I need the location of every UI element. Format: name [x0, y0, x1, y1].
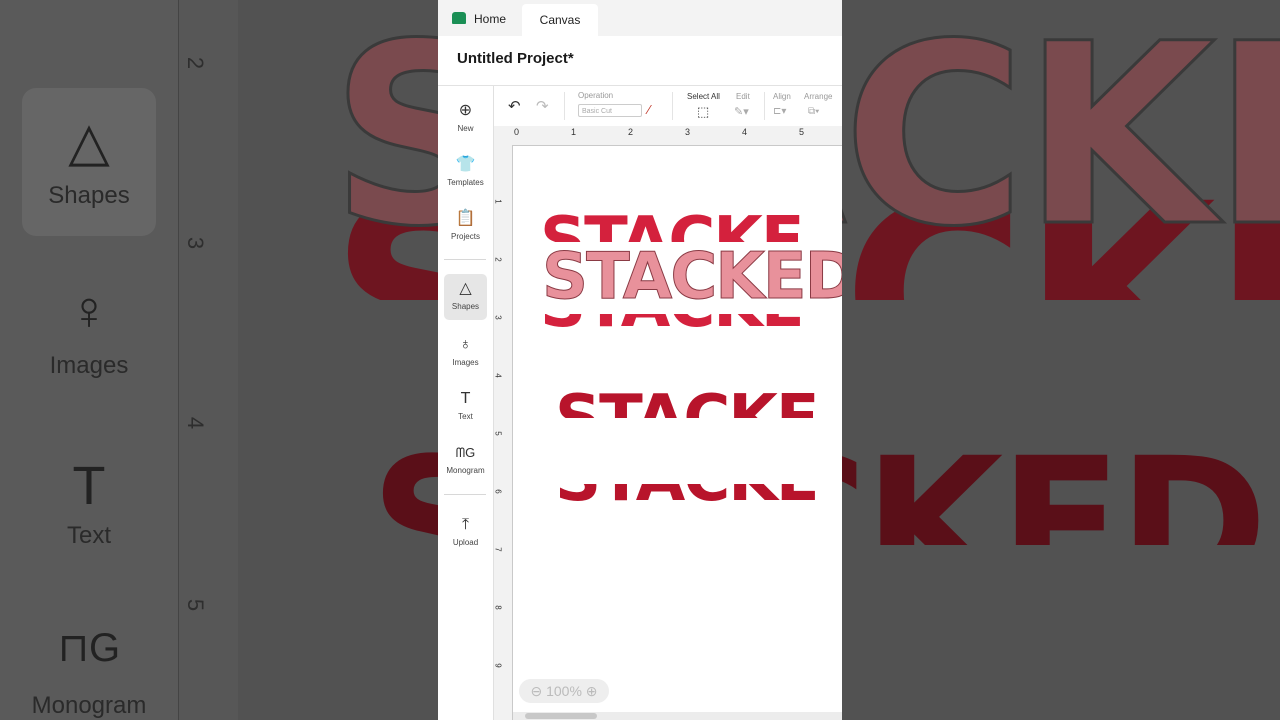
tab-home-label: Home: [474, 12, 507, 26]
tab-home[interactable]: Home: [452, 0, 506, 36]
sidebar-item-templates[interactable]: 👕 Templates: [444, 150, 487, 196]
align-button[interactable]: ⊏▾: [773, 106, 786, 117]
ruler-label: 1: [571, 127, 577, 137]
stacked-top-slice[interactable]: STACKED: [540, 212, 802, 242]
zoom-level: 100%: [546, 683, 582, 699]
sidebar-item-new[interactable]: ⊕ New: [444, 96, 487, 142]
text-t-icon: T: [460, 390, 471, 407]
ruler-label: 7: [493, 547, 503, 552]
ruler-label: 2: [628, 127, 634, 137]
slice-top[interactable]: STACKED: [555, 384, 817, 418]
toolbar-divider: [672, 92, 673, 120]
ruler-label: 3: [685, 127, 691, 137]
arrange-label: Arrange: [804, 92, 833, 101]
edit-label: Edit: [736, 92, 750, 101]
stacked-text-pink[interactable]: STACKED: [542, 240, 842, 315]
sidebar-item-label: Templates: [447, 178, 484, 187]
sidebar-item-label: New: [457, 124, 474, 133]
ruler-label: 5: [493, 431, 503, 436]
bg-shapes-label: Shapes: [48, 182, 130, 209]
stacked-text-slice: STACKED: [555, 384, 817, 418]
scrollbar-thumb[interactable]: [525, 713, 597, 719]
balloon-icon: ♁: [459, 336, 472, 353]
sidebar-item-label: Monogram: [446, 466, 485, 475]
ruler-label: 4: [493, 373, 503, 378]
app-window: Home Canvas Untitled Project* ⊕ New 👕 Te…: [438, 0, 842, 720]
zoom-control[interactable]: ⊖ 100% ⊕: [519, 679, 609, 703]
toolbar: ↶ ↷ Operation Basic Cut ⁄ Select All ⬚ E…: [494, 86, 842, 127]
tab-bar: Home Canvas: [438, 0, 842, 36]
stacked-text-slice: STACKED: [555, 484, 817, 516]
sidebar-divider: [444, 259, 486, 260]
bg-text-label: Text: [66, 522, 111, 549]
operation-label: Operation: [578, 91, 614, 100]
sidebar-item-projects[interactable]: 📋 Projects: [444, 204, 487, 250]
tab-canvas[interactable]: Canvas: [522, 4, 598, 36]
select-all-button[interactable]: ⬚: [697, 104, 709, 120]
stacked-text-red: STACKED: [540, 314, 802, 342]
plus-circle-icon: ⊕: [458, 102, 473, 119]
ruler-label: 6: [493, 489, 503, 494]
ruler-label: 8: [493, 605, 503, 610]
sidebar-item-label: Images: [452, 358, 479, 367]
clipboard-icon: 📋: [455, 210, 476, 227]
project-title: Untitled Project*: [457, 50, 574, 67]
bg-text-icon: T: [72, 456, 106, 516]
ruler-corner: [494, 126, 513, 146]
bg-ruler: 2 3 4 5: [178, 0, 240, 720]
zoom-in-icon[interactable]: ⊕: [586, 683, 598, 699]
select-all-label: Select All: [687, 92, 720, 101]
align-label: Align: [773, 92, 791, 101]
redo-button[interactable]: ↷: [536, 97, 549, 115]
ruler-label: 1: [493, 199, 503, 204]
ruler-label: 5: [799, 127, 805, 137]
sidebar-item-label: Shapes: [451, 302, 480, 311]
ruler-label: 2: [493, 257, 503, 262]
operation-select[interactable]: Basic Cut: [578, 104, 642, 117]
sidebar-item-shapes[interactable]: △ Shapes: [444, 274, 487, 320]
ruler-label: 9: [493, 663, 503, 668]
slice-bottom[interactable]: STACKED: [555, 484, 817, 516]
edit-button[interactable]: ✎▾: [734, 105, 749, 118]
undo-button[interactable]: ↶: [508, 97, 521, 115]
sidebar-item-text[interactable]: T Text: [444, 384, 487, 430]
bg-monogram-label: Monogram: [31, 692, 147, 719]
zoom-out-icon[interactable]: ⊖: [530, 683, 542, 699]
bg-images-icon: ♀: [68, 281, 110, 341]
sidebar-item-label: Text: [458, 412, 473, 421]
bg-ruler-label: 3: [183, 236, 209, 250]
ruler-label: 0: [514, 127, 520, 137]
sidebar-item-monogram[interactable]: ᗰG Monogram: [444, 438, 487, 484]
design-canvas[interactable]: STACKED STACKED STACKED STACKED STACKED …: [513, 146, 842, 720]
home-icon: [452, 12, 466, 24]
monogram-icon: ᗰG: [455, 445, 476, 460]
ruler-vertical: 1 2 3 4 5 6 7 8 9: [494, 145, 513, 720]
sidebar-divider: [444, 494, 486, 495]
sidebar-item-upload[interactable]: ⤒ Upload: [444, 510, 487, 556]
pen-color-swatch[interactable]: ⁄: [648, 102, 662, 117]
bg-monogram-icon: ⊓G: [57, 626, 121, 670]
sidebar-item-images[interactable]: ♁ Images: [444, 330, 487, 376]
bg-sidebar: △ Shapes ♀ Images T Text ⊓G Monogram: [0, 0, 178, 720]
sidebar-item-label: Projects: [451, 232, 480, 241]
sidebar: ⊕ New 👕 Templates 📋 Projects △ Shapes ♁ …: [438, 86, 494, 720]
arrange-button[interactable]: ⧉▾: [808, 106, 819, 117]
sidebar-item-label: Upload: [452, 538, 479, 547]
stacked-bottom-slice[interactable]: STACKED: [540, 314, 802, 344]
upload-icon: ⤒: [461, 516, 470, 533]
ruler-label: 4: [742, 127, 748, 137]
bg-ruler-label: 5: [183, 598, 209, 612]
toolbar-divider: [564, 92, 565, 120]
bg-images-label: Images: [49, 352, 129, 379]
horizontal-scrollbar[interactable]: [513, 712, 842, 720]
toolbar-divider: [764, 92, 765, 120]
stacked-text-red: STACKED: [540, 212, 802, 242]
ruler-label: 3: [493, 315, 503, 320]
bg-ruler-label: 2: [183, 56, 209, 70]
bg-ruler-label: 4: [183, 416, 209, 430]
shapes-icon: △: [459, 280, 472, 297]
bg-shapes-icon: △: [68, 112, 110, 172]
ruler-horizontal: 0 1 2 3 4 5: [512, 126, 842, 146]
shirt-icon: 👕: [455, 156, 476, 173]
